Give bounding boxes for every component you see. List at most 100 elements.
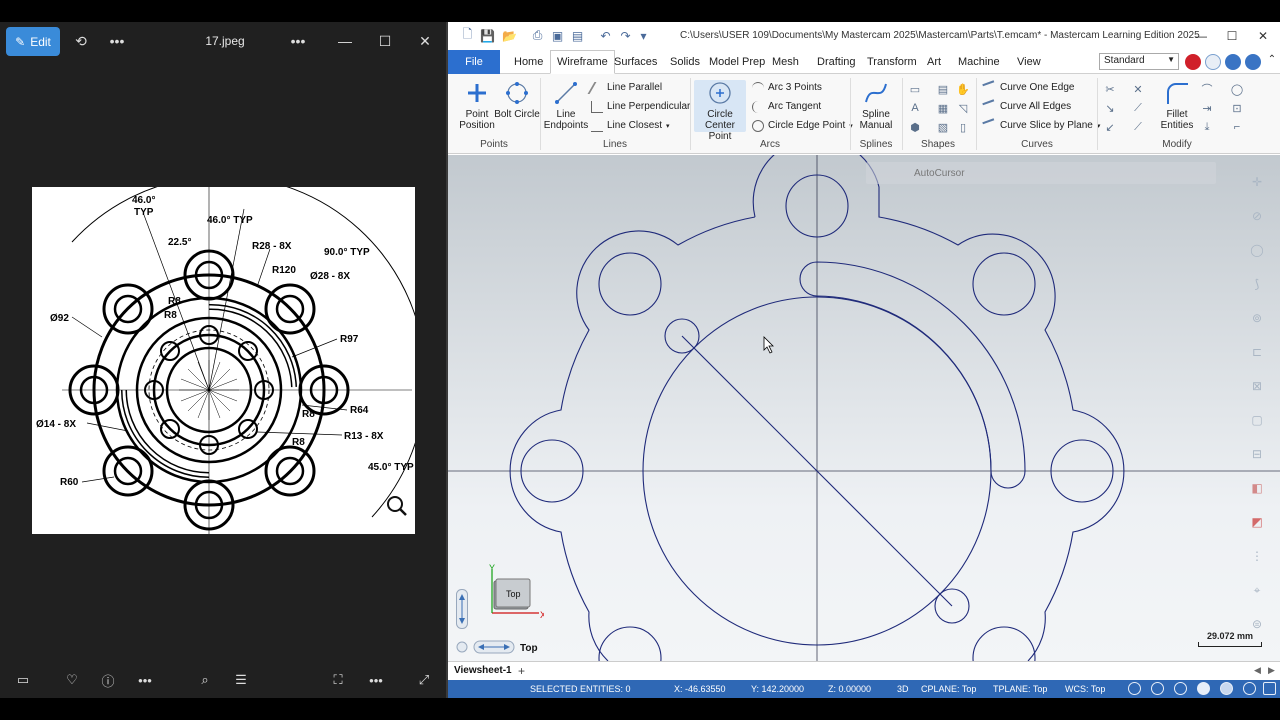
nav-tool-icon[interactable]: ✛ bbox=[1246, 171, 1268, 193]
more-options-icon[interactable]: ••• bbox=[287, 30, 309, 52]
section-view-icon[interactable] bbox=[1243, 682, 1256, 695]
customize-icon[interactable]: ▾ bbox=[636, 28, 651, 43]
arc-3-points-button[interactable]: Arc 3 Points bbox=[752, 80, 822, 95]
line-endpoints-button[interactable]: Line Endpoints bbox=[542, 80, 590, 131]
chamfer-icon[interactable]: ⌒ bbox=[1200, 82, 1214, 96]
view-gnomon[interactable]: Top X Y bbox=[484, 563, 546, 623]
settings-icon[interactable] bbox=[1263, 682, 1276, 695]
spiral-icon[interactable]: ▦ bbox=[936, 101, 950, 115]
boundary-icon[interactable]: ◹ bbox=[956, 101, 970, 115]
maximize-icon[interactable]: ☐ bbox=[1223, 27, 1241, 45]
configuration-select[interactable]: Standard ▼ bbox=[1099, 53, 1179, 70]
new-file-icon[interactable]: 🗋 bbox=[460, 27, 475, 43]
letters-icon[interactable]: A bbox=[908, 101, 922, 115]
fillet-entities-button[interactable]: Fillet Entities bbox=[1153, 80, 1201, 131]
edit-spline-icon[interactable]: ⊡ bbox=[1230, 101, 1244, 115]
viewsheet-tab[interactable]: Viewsheet-1 bbox=[454, 665, 512, 676]
rectangle-icon[interactable]: ▭ bbox=[908, 82, 922, 96]
help-icon[interactable] bbox=[1245, 54, 1261, 70]
door-icon[interactable]: ▯ bbox=[956, 120, 970, 134]
minimize-icon[interactable]: — bbox=[334, 30, 356, 52]
view-nav-vertical-icon[interactable] bbox=[456, 589, 468, 629]
info-icon[interactable]: ⓘ bbox=[98, 670, 118, 690]
nav-tool-icon[interactable]: ◩ bbox=[1246, 511, 1268, 533]
comment-icon[interactable] bbox=[1205, 54, 1221, 70]
rounded-rectangle-icon[interactable]: ▤ bbox=[936, 82, 950, 96]
filmstrip-icon[interactable]: ▭ bbox=[13, 670, 33, 690]
nav-tool-icon[interactable]: ⊠ bbox=[1246, 375, 1268, 397]
tab-view[interactable]: View bbox=[1011, 50, 1047, 74]
view-nav-horizontal-icon[interactable] bbox=[456, 639, 526, 655]
curve-one-edge-button[interactable]: Curve One Edge bbox=[982, 79, 1075, 96]
nav-tool-icon[interactable]: ⊘ bbox=[1246, 205, 1268, 227]
collapse-ribbon-icon[interactable]: ⌃ bbox=[1264, 54, 1280, 70]
maximize-icon[interactable]: ☐ bbox=[374, 30, 396, 52]
divide-icon[interactable]: ↘ bbox=[1103, 101, 1117, 115]
line-parallel-button[interactable]: Line Parallel bbox=[587, 80, 662, 95]
project-icon[interactable]: ⤓ bbox=[1200, 120, 1214, 134]
undo-icon[interactable]: ↶ bbox=[598, 28, 613, 43]
break-icon[interactable]: ✕ bbox=[1131, 82, 1145, 96]
tplane-status[interactable]: TPLANE: Top bbox=[993, 684, 1047, 694]
circle-edge-point-button[interactable]: Circle Edge Point ▾ bbox=[752, 118, 853, 133]
rotate-icon[interactable]: ⟲ bbox=[70, 30, 92, 52]
nav-tool-icon[interactable]: ◧ bbox=[1246, 477, 1268, 499]
more-icon[interactable]: ••• bbox=[366, 670, 386, 690]
tab-model-prep[interactable]: Model Prep bbox=[703, 50, 771, 74]
join-icon[interactable]: ⟋ bbox=[1131, 101, 1145, 115]
spline-manual-button[interactable]: Spline Manual bbox=[852, 80, 900, 131]
tab-home[interactable]: Home bbox=[508, 50, 549, 74]
redo-icon[interactable]: ↷ bbox=[618, 28, 633, 43]
tab-file[interactable]: File bbox=[448, 50, 500, 74]
tab-transform[interactable]: Transform bbox=[861, 50, 923, 74]
tab-mesh[interactable]: Mesh bbox=[766, 50, 805, 74]
mastercam-logo-icon[interactable] bbox=[1185, 54, 1201, 70]
nav-tool-icon[interactable]: ◯ bbox=[1246, 239, 1268, 261]
visual-search-icon[interactable]: ⌕ bbox=[195, 670, 215, 690]
tab-drafting[interactable]: Drafting bbox=[811, 50, 862, 74]
bolt-circle-button[interactable]: Bolt Circle bbox=[493, 80, 541, 120]
nav-tool-icon[interactable]: ▢ bbox=[1246, 409, 1268, 431]
circle-center-point-button[interactable]: Circle Center Point bbox=[694, 80, 746, 142]
print-icon[interactable]: ⎙ bbox=[530, 28, 545, 43]
wcs-status[interactable]: WCS: Top bbox=[1065, 684, 1105, 694]
scroll-left-icon[interactable]: ◀ bbox=[1254, 665, 1261, 676]
z-coordinate[interactable]: Z: 0.00000 bbox=[828, 684, 871, 694]
folder-icon[interactable]: ▤ bbox=[570, 28, 585, 43]
tab-wireframe[interactable]: Wireframe bbox=[550, 50, 615, 74]
modify-length-icon[interactable]: ↙ bbox=[1103, 120, 1117, 134]
heart-icon[interactable]: ♡ bbox=[62, 670, 82, 690]
stock-icon[interactable]: ⬢ bbox=[908, 120, 922, 134]
autocursor-toolbar[interactable]: AutoCursor bbox=[866, 162, 1216, 184]
cplane-status[interactable]: CPLANE: Top bbox=[921, 684, 976, 694]
add-viewsheet-button[interactable]: + bbox=[518, 664, 525, 678]
translucency-icon[interactable] bbox=[1220, 682, 1233, 695]
nav-tool-icon[interactable]: ⊟ bbox=[1246, 443, 1268, 465]
tab-solids[interactable]: Solids bbox=[664, 50, 706, 74]
simplify-icon[interactable]: ⌐ bbox=[1230, 120, 1244, 134]
wireframe-shading-icon[interactable] bbox=[1174, 682, 1187, 695]
more-icon[interactable]: ••• bbox=[106, 30, 128, 52]
close-icon[interactable]: ✕ bbox=[414, 30, 436, 52]
fullscreen-icon[interactable]: ⤢ bbox=[414, 670, 434, 690]
tab-machine[interactable]: Machine bbox=[952, 50, 1006, 74]
graphics-window[interactable]: AutoCursor ✛ ⊘ ◯ ⟆ ⊚ ⊏ ⊠ ▢ ⊟ ◧ ◩ ⋮ ⌖ ⊜ T… bbox=[448, 155, 1280, 661]
nav-tool-icon[interactable]: ⊏ bbox=[1246, 341, 1268, 363]
shaded-icon[interactable] bbox=[1197, 682, 1210, 695]
hand-icon[interactable]: ✋ bbox=[956, 82, 970, 96]
line-perpendicular-button[interactable]: Line Perpendicular bbox=[591, 99, 690, 114]
globe-icon[interactable] bbox=[1128, 682, 1141, 695]
line-closest-button[interactable]: Line Closest ▾ bbox=[591, 118, 670, 133]
minimize-icon[interactable]: — bbox=[1192, 27, 1210, 45]
offset-icon[interactable]: ⟋ bbox=[1131, 120, 1145, 134]
close-icon[interactable]: ✕ bbox=[1254, 27, 1272, 45]
save-as-icon[interactable]: ▣ bbox=[550, 28, 565, 43]
globe-icon[interactable] bbox=[1151, 682, 1164, 695]
save-icon[interactable]: 💾 bbox=[480, 28, 495, 43]
scroll-right-icon[interactable]: ▶ bbox=[1268, 665, 1275, 676]
open-icon[interactable]: 📂 bbox=[502, 28, 517, 43]
tab-art[interactable]: Art bbox=[921, 50, 947, 74]
fit-icon[interactable]: ⛶ bbox=[328, 670, 348, 690]
arc-tangent-button[interactable]: Arc Tangent bbox=[752, 99, 821, 114]
curve-slice-by-plane-button[interactable]: Curve Slice by Plane ▾ bbox=[982, 117, 1100, 134]
